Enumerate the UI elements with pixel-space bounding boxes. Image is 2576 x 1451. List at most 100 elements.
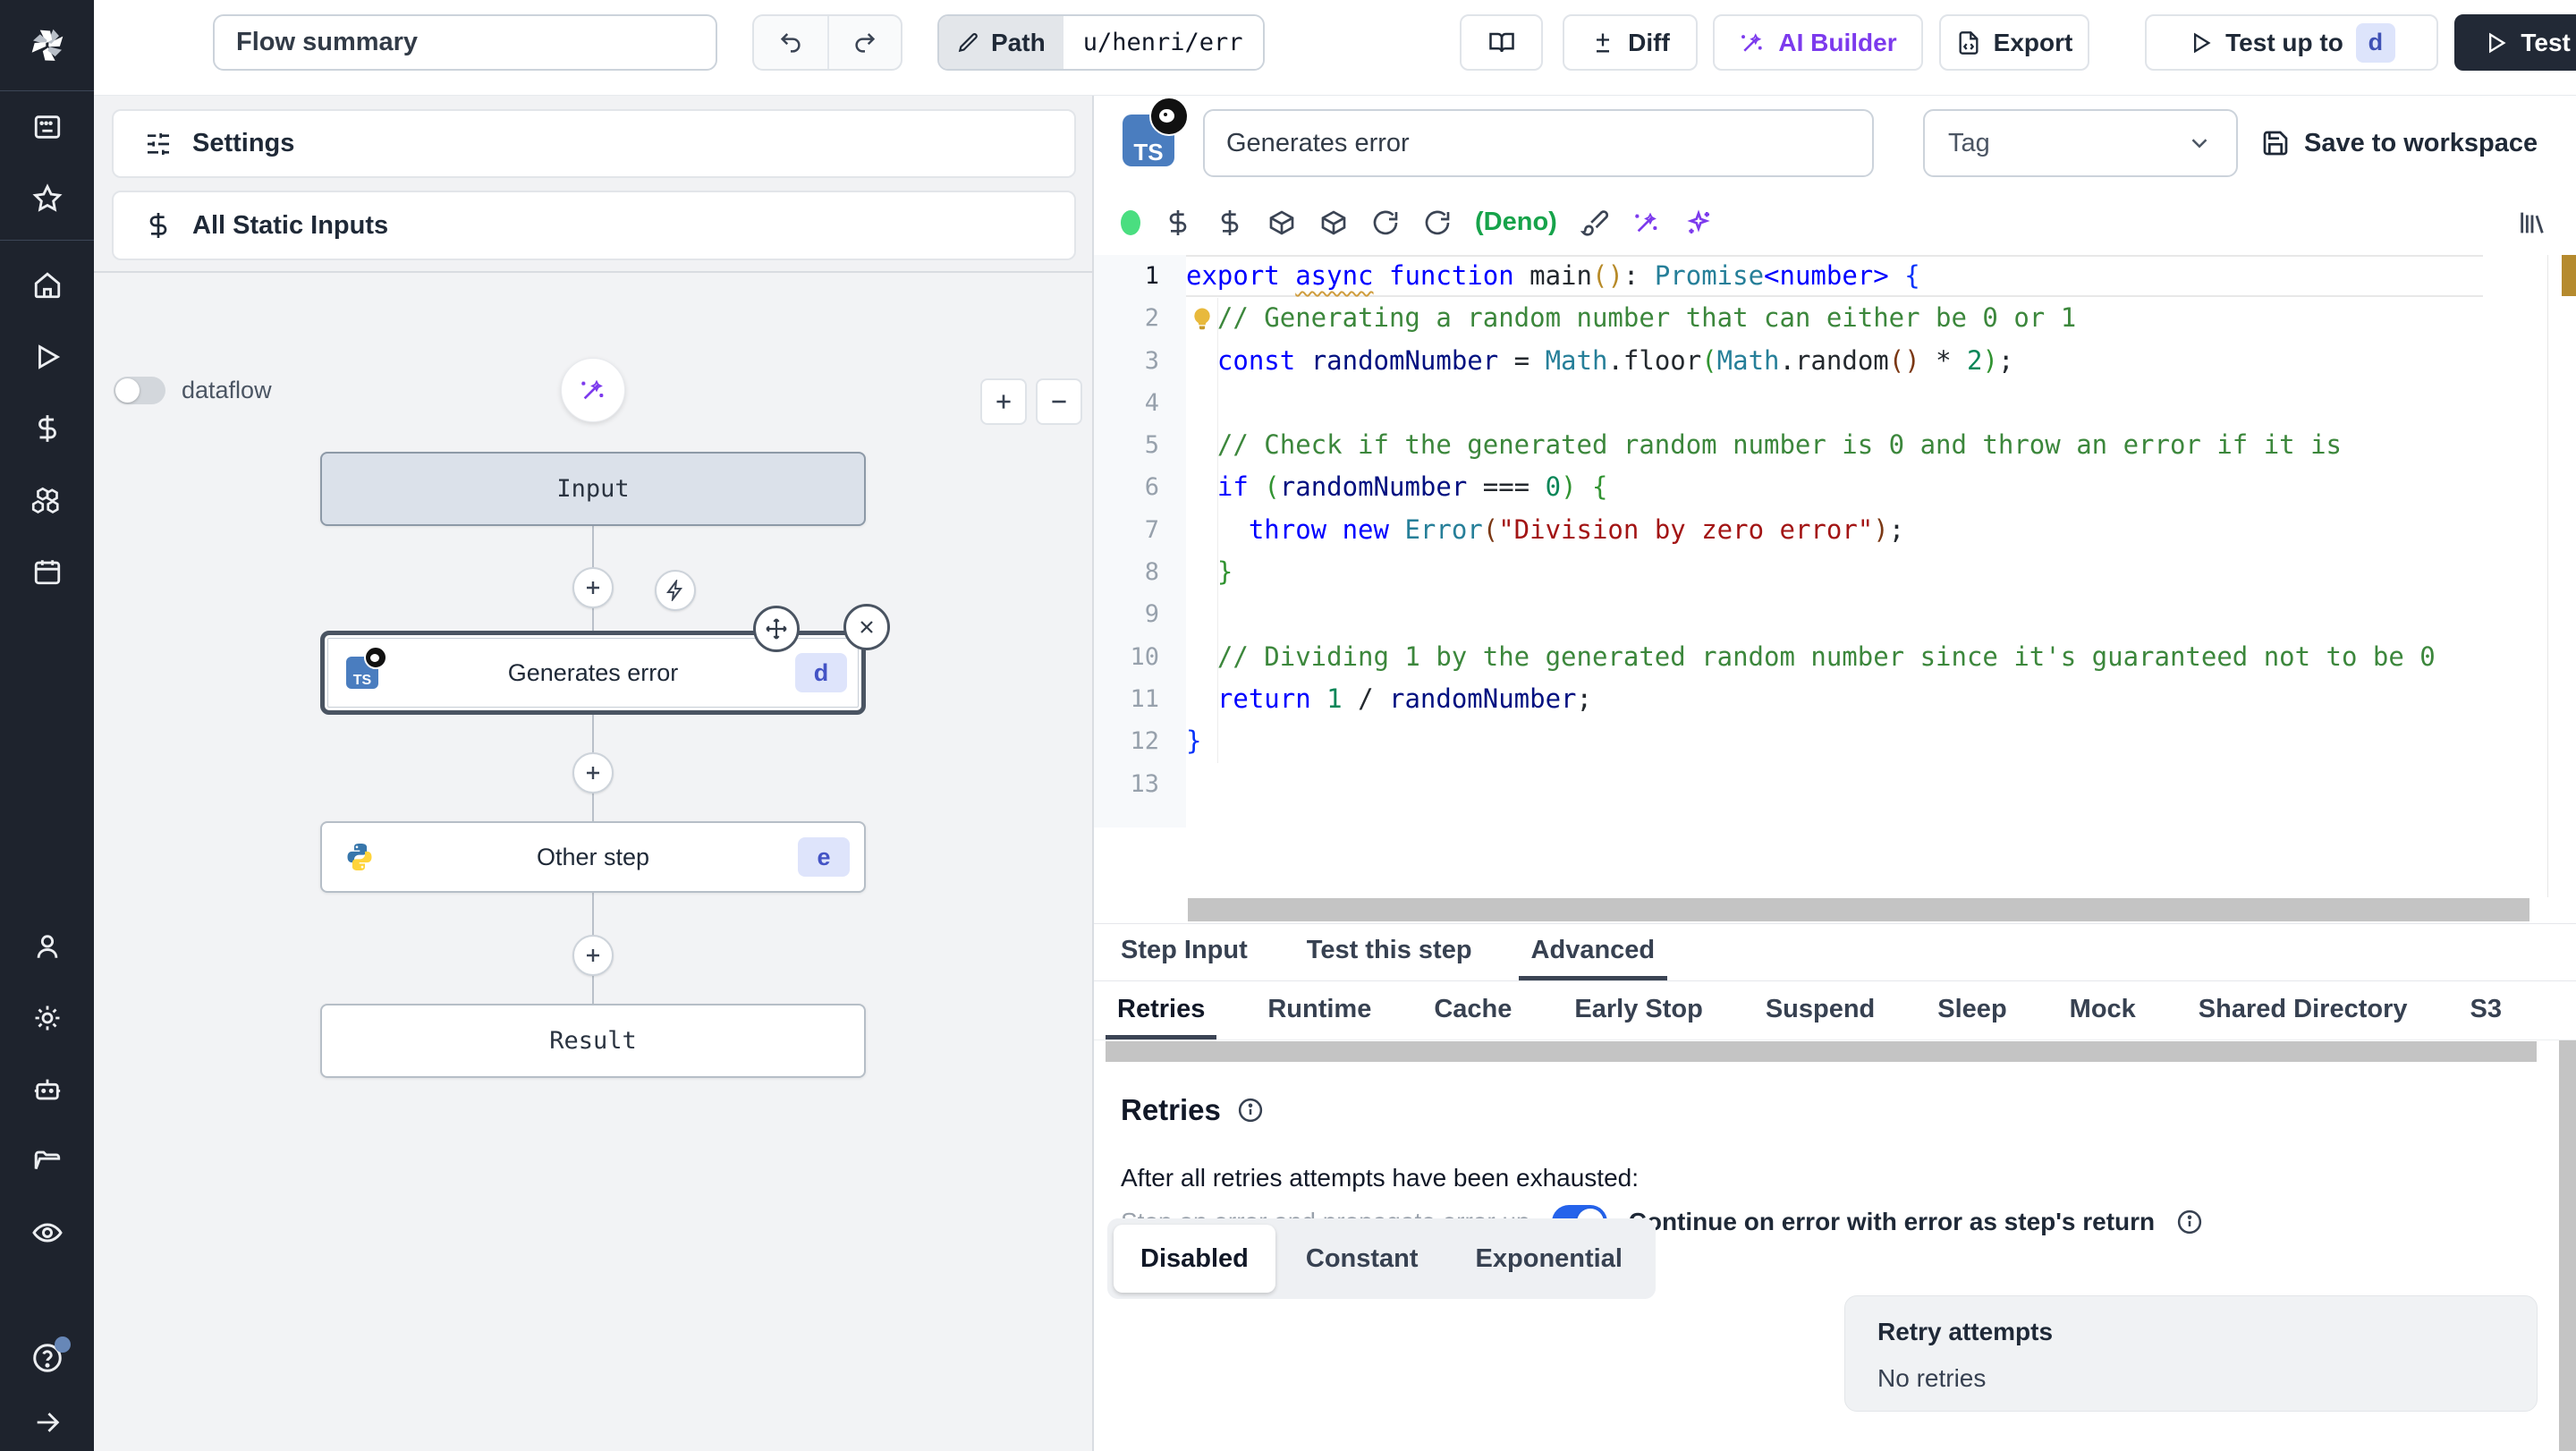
node-title: Other step [536,843,650,870]
code-line-1[interactable]: export async function main(): Promise<nu… [1186,255,2483,298]
stab-s3[interactable]: S3 [2459,984,2513,1039]
stab-runtime[interactable]: Runtime [1256,984,1383,1039]
code-line-13[interactable] [1186,763,2483,805]
editor-code[interactable]: export async function main(): Promise<nu… [1186,255,2483,827]
code-line-11[interactable]: return 1 / randomNumber; [1186,678,2483,720]
export-label: Export [1993,28,2073,56]
undo-redo-group [752,14,902,71]
sidebar-item-schedules[interactable] [0,536,94,607]
info-icon[interactable] [1237,1097,1264,1124]
sidebar-expand-arrow[interactable] [0,1394,94,1451]
panel-vertical-scrollbar[interactable] [2559,1040,2576,1451]
sidebar-item-audit-logs[interactable] [0,1197,94,1269]
dataflow-toggle[interactable] [114,377,165,404]
insert-step-button-3[interactable] [572,935,614,976]
package-icon[interactable] [1267,208,1296,237]
code-line-7[interactable]: throw new Error("Division by zero error"… [1186,509,2483,551]
code-line-12[interactable]: } [1186,720,2483,762]
format-brush-icon[interactable] [1580,208,1609,237]
retry-mode-constant[interactable]: Constant [1279,1225,1445,1293]
insert-step-button-2[interactable] [572,752,614,793]
sidebar-item-resources[interactable] [0,464,94,536]
code-line-2[interactable]: // Generating a random number that can e… [1186,297,2483,339]
step-name-input[interactable] [1203,109,1874,177]
code-line-4[interactable] [1186,382,2483,424]
tab-step-input[interactable]: Step Input [1108,924,1260,980]
flow-node-input[interactable]: Input [320,452,866,526]
library-icon[interactable] [2517,208,2547,238]
sidebar-item-settings[interactable] [0,982,94,1054]
deno-runtime-label[interactable]: (Deno) [1475,208,1557,237]
code-line-6[interactable]: if (randomNumber === 0) { [1186,466,2483,508]
wand-icon [581,379,604,400]
stab-early-stop[interactable]: Early Stop [1563,984,1714,1039]
undo-button[interactable] [754,16,827,69]
tab-test-this-step[interactable]: Test this step [1294,924,1485,980]
info-icon[interactable] [2176,1209,2203,1235]
stab-cache[interactable]: Cache [1422,984,1523,1039]
stab-mock[interactable]: Mock [2058,984,2148,1039]
sidebar-item-apps[interactable] [0,91,94,163]
stab-retries[interactable]: Retries [1106,984,1217,1039]
sidebar-item-runs[interactable] [0,321,94,393]
flow-settings-label: Settings [192,129,295,157]
stab-sleep[interactable]: Sleep [1926,984,2018,1039]
diff-button[interactable]: Diff [1563,14,1698,71]
trigger-button[interactable] [655,570,696,611]
test-up-to-button[interactable]: Test up to d [2145,14,2438,71]
add-resource-icon[interactable] [1216,208,1244,237]
all-static-inputs-button[interactable]: All Static Inputs [112,191,1076,260]
flow-node-result[interactable]: Result [320,1004,866,1078]
stab-shared-directory[interactable]: Shared Directory [2187,984,2419,1039]
code-line-3[interactable]: const randomNumber = Math.floor(Math.ran… [1186,340,2483,382]
insert-step-button-1[interactable] [572,567,614,608]
tag-select[interactable]: Tag [1923,109,2238,177]
windmill-logo[interactable] [0,0,94,91]
reload-icon-2[interactable] [1423,208,1452,237]
close-icon [860,621,873,633]
graph-ai-wand-button[interactable] [561,358,625,422]
sidebar-item-home[interactable] [0,250,94,321]
retry-mode-disabled[interactable]: Disabled [1114,1225,1275,1293]
typescript-deno-icon: TS [1123,97,1189,166]
path-button[interactable]: Path u/henri/err [937,14,1265,71]
lightbulb-icon[interactable] [1189,306,1216,333]
sidebar-item-variables[interactable] [0,393,94,464]
sparkles-icon[interactable] [1684,208,1713,237]
test-flow-button[interactable]: Test flow [2454,14,2576,71]
export-button[interactable]: Export [1939,14,2089,71]
zoom-out-button[interactable] [1036,378,1082,425]
flow-summary-input[interactable] [213,14,717,71]
flow-graph[interactable]: dataflow Input TS Generates error d Othe… [94,273,1092,1451]
reload-icon[interactable] [1371,208,1400,237]
sidebar-item-favorites[interactable] [0,163,94,234]
flow-node-other-step[interactable]: Other step e [320,821,866,893]
code-line-10[interactable]: // Dividing 1 by the generated random nu… [1186,636,2483,678]
continue-on-error-label[interactable]: Continue on error with error as step's r… [1629,1208,2156,1236]
wand-icon [1741,32,1762,52]
redo-button[interactable] [827,16,901,69]
sidebar-item-folders[interactable] [0,1125,94,1197]
save-to-workspace-button[interactable]: Save to workspace [2261,109,2538,177]
code-editor[interactable]: 1 2 3 4 5 6 7 8 9 10 11 12 13 export async function … [1094,255,2576,923]
code-line-9[interactable] [1186,593,2483,635]
stab-suspend[interactable]: Suspend [1754,984,1886,1039]
sidebar-item-workers[interactable] [0,1054,94,1125]
delete-step-button[interactable] [843,604,890,650]
code-line-5[interactable]: // Check if the generated random number … [1186,424,2483,466]
package-icon-2[interactable] [1319,208,1348,237]
flow-settings-button[interactable]: Settings [112,109,1076,178]
ai-builder-button[interactable]: AI Builder [1713,14,1923,71]
subtabs-horizontal-scrollbar[interactable] [1106,1041,2537,1062]
move-step-button[interactable] [753,606,800,652]
ai-wand-icon[interactable] [1632,208,1661,237]
sidebar-item-help[interactable] [0,1322,94,1394]
code-line-8[interactable]: } [1186,551,2483,593]
sidebar-item-users[interactable] [0,911,94,982]
retry-mode-exponential[interactable]: Exponential [1449,1225,1649,1293]
add-variable-icon[interactable] [1164,208,1192,237]
tab-advanced[interactable]: Advanced [1518,924,1668,980]
zoom-in-button[interactable] [980,378,1027,425]
docs-button[interactable] [1460,14,1543,71]
editor-horizontal-scrollbar[interactable] [1188,898,2529,921]
